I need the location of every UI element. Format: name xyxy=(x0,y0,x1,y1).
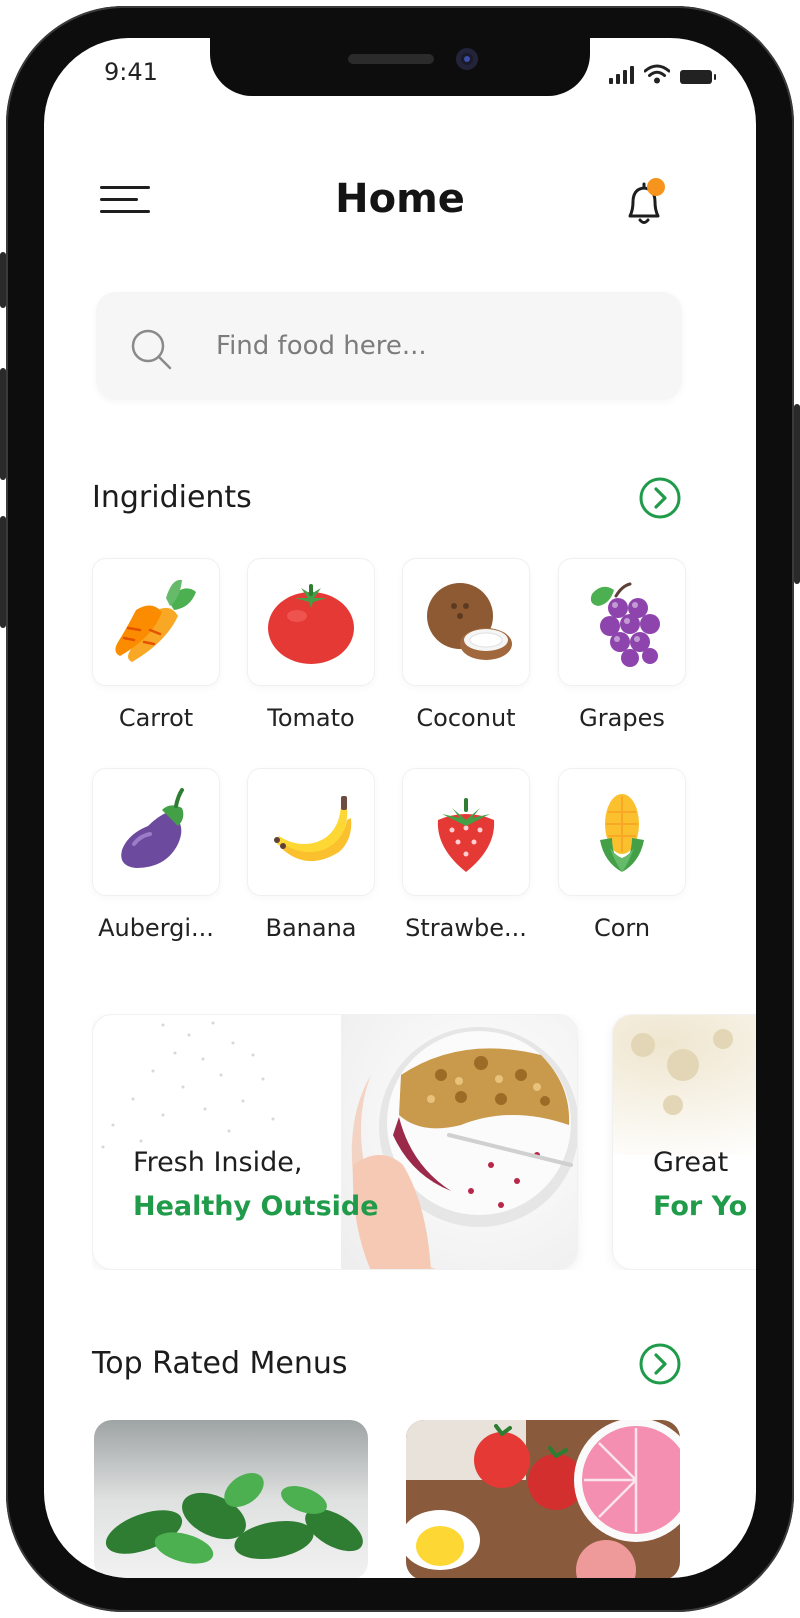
ingredient-tile-coconut[interactable]: Coconut xyxy=(402,558,530,732)
flour-image xyxy=(613,1015,756,1155)
top-rated-see-all-arrow-icon[interactable] xyxy=(638,1342,682,1386)
ingredient-label: Grapes xyxy=(579,704,665,732)
ingredient-image[interactable] xyxy=(402,768,530,896)
strawberry-icon xyxy=(437,798,495,872)
search-bar[interactable] xyxy=(96,292,682,400)
ingredient-tile-banana[interactable]: Banana xyxy=(247,768,375,942)
search-icon xyxy=(131,329,172,370)
ingredient-tile-corn[interactable]: Corn xyxy=(558,768,686,942)
ingredient-label: Corn xyxy=(593,914,651,942)
ingredient-image[interactable] xyxy=(92,768,220,896)
ingredient-label: Carrot xyxy=(118,704,194,732)
power-button xyxy=(794,404,800,584)
corn-icon xyxy=(600,794,644,872)
promo-banner-tagline: For Yo xyxy=(653,1191,748,1222)
cellular-signal-icon xyxy=(609,66,634,84)
coconut-icon xyxy=(427,583,512,660)
ingredients-title: Ingridients xyxy=(92,480,252,515)
tomato-grapefruit-image xyxy=(406,1420,680,1578)
ingredient-tile-carrot[interactable]: Carrot xyxy=(92,558,220,732)
ingredient-tile-strawberry[interactable]: Strawbe... xyxy=(402,768,530,942)
menu-card-tomato-grapefruit[interactable] xyxy=(406,1420,680,1578)
status-icons xyxy=(609,64,716,84)
promo-banner-headline: Fresh Inside, xyxy=(133,1147,303,1178)
ingredient-tile-tomato[interactable]: Tomato xyxy=(247,558,375,732)
promo-banner-tagline: Healthy Outside xyxy=(133,1191,379,1222)
ingredient-image[interactable] xyxy=(402,558,530,686)
notch xyxy=(210,38,590,96)
speaker-grille xyxy=(348,54,434,64)
mute-switch xyxy=(0,516,6,628)
salad-image xyxy=(94,1420,368,1578)
tomato-icon xyxy=(268,584,354,664)
promo-banner-headline: Great xyxy=(653,1147,729,1178)
search-input[interactable] xyxy=(216,322,636,370)
top-rated-header: Top Rated Menus xyxy=(44,1340,756,1390)
volume-down-button xyxy=(0,368,6,480)
promo-banner[interactable]: Great For Yo xyxy=(612,1014,756,1270)
promo-banner[interactable]: Fresh Inside, Healthy Outside xyxy=(92,1014,578,1270)
ingredient-image[interactable] xyxy=(558,558,686,686)
screen: 9:41 Home Find food here... Ingridients … xyxy=(44,38,756,1578)
notification-dot xyxy=(647,178,665,196)
banana-icon xyxy=(274,796,352,862)
wifi-icon xyxy=(644,64,670,84)
ingredient-label: Banana xyxy=(265,914,357,942)
ingredient-image[interactable] xyxy=(558,768,686,896)
carrot-icon xyxy=(115,579,196,662)
ingredient-label: Aubergi... xyxy=(98,914,214,942)
ingredient-label: Strawbe... xyxy=(405,914,527,942)
ingredient-image[interactable] xyxy=(92,558,220,686)
notification-bell-icon[interactable] xyxy=(616,176,672,232)
ingredients-header: Ingridients xyxy=(44,474,756,524)
app-header: Home xyxy=(44,176,756,238)
menu-card-salad[interactable] xyxy=(94,1420,368,1578)
ingredient-image[interactable] xyxy=(247,768,375,896)
ingredient-label: Tomato xyxy=(267,704,355,732)
promo-carousel[interactable]: Fresh Inside, Healthy Outside Great For … xyxy=(92,1014,756,1270)
ingredients-see-all-arrow-icon[interactable] xyxy=(638,476,682,520)
status-time: 9:41 xyxy=(104,58,158,86)
top-rated-title: Top Rated Menus xyxy=(92,1346,348,1381)
battery-icon xyxy=(680,70,716,84)
granola-bowl-image xyxy=(341,1015,577,1269)
volume-up-button xyxy=(0,252,6,308)
front-camera xyxy=(456,48,478,70)
ingredient-tile-grapes[interactable]: Grapes xyxy=(558,558,686,732)
aubergine-icon xyxy=(121,788,184,868)
ingredient-label: Coconut xyxy=(416,704,516,732)
ingredient-image[interactable] xyxy=(247,558,375,686)
grapes-icon xyxy=(590,582,660,667)
ingredient-tile-aubergine[interactable]: Aubergi... xyxy=(92,768,220,942)
